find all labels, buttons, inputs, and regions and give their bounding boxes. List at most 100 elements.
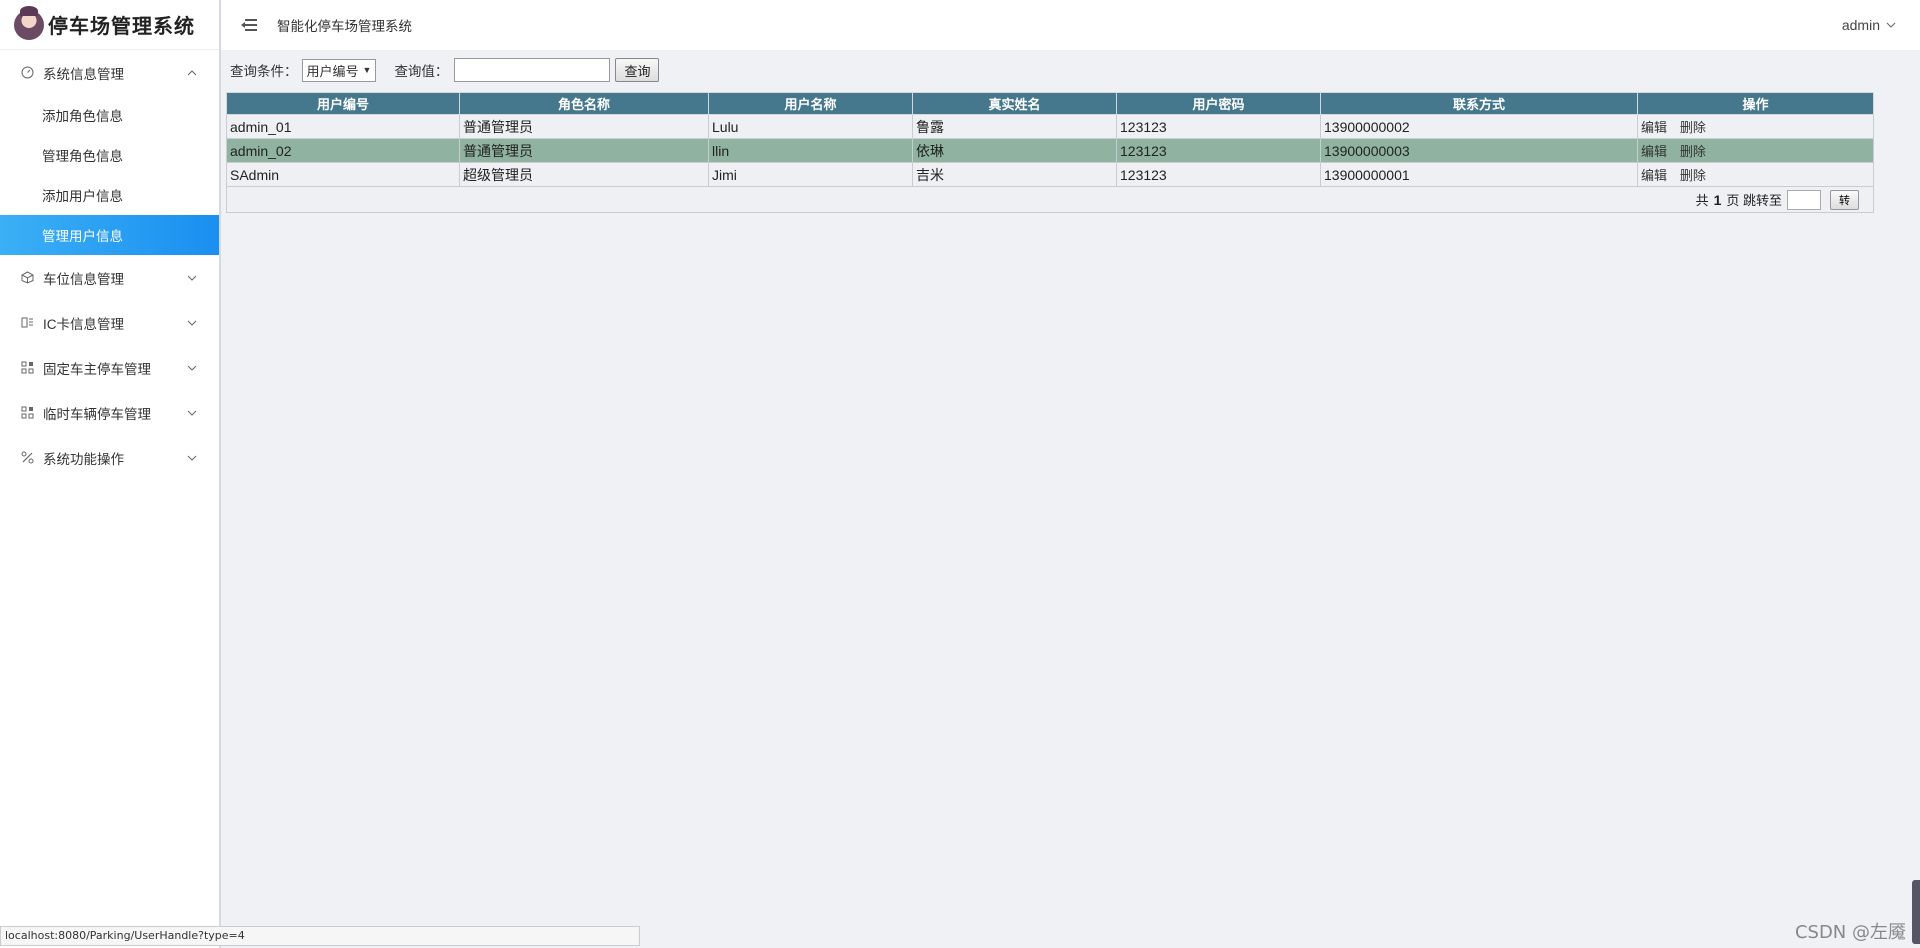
col-header-username: 用户名称 — [708, 92, 913, 115]
page-title: 智能化停车场管理系统 — [277, 19, 412, 34]
chevron-down-icon — [187, 363, 197, 373]
user-menu[interactable]: admin — [1842, 0, 1896, 50]
cell-real-name: 依琳 — [912, 138, 1117, 163]
menu-head-system-function[interactable]: 系统功能操作 — [0, 435, 219, 480]
menu-head-system-info[interactable]: 系统信息管理 — [0, 50, 219, 95]
condition-label: 查询条件： — [230, 64, 298, 79]
cell-user-id: admin_02 — [226, 138, 460, 163]
query-bar: 查询条件： 用户编号 ▼ 查询值： 查询 — [230, 58, 1876, 82]
cell-actions: 编辑 删除 — [1637, 162, 1874, 187]
menu-head-temp-vehicle[interactable]: 临时车辆停车管理 — [0, 390, 219, 435]
menu-group-system-function: 系统功能操作 — [0, 435, 219, 480]
pager-prefix: 共 — [1695, 193, 1709, 208]
cell-password: 123123 — [1116, 114, 1321, 139]
col-header-real-name: 真实姓名 — [912, 92, 1117, 115]
watermark: CSDN @左魇 — [1794, 922, 1906, 943]
menu-label: 临时车辆停车管理 — [43, 406, 151, 422]
pager-suffix: 页 跳转至 — [1726, 193, 1782, 208]
cell-actions: 编辑 删除 — [1637, 114, 1874, 139]
grid-icon — [20, 361, 34, 375]
query-button[interactable]: 查询 — [615, 58, 660, 82]
pager-total-pages: 1 — [1713, 191, 1722, 208]
sidebar-item-add-user[interactable]: 添加用户信息 — [0, 175, 219, 215]
card-icon — [20, 316, 34, 330]
side-scroll-handle[interactable] — [1912, 880, 1920, 944]
user-table: 用户编号 角色名称 用户名称 真实姓名 用户密码 联系方式 操作 admin_0… — [226, 92, 1874, 213]
col-header-contact: 联系方式 — [1320, 92, 1638, 115]
cell-username: Lulu — [708, 114, 913, 139]
pager-cell: 共 1 页 跳转至 转 — [226, 186, 1874, 213]
jump-button[interactable]: 转 — [1830, 189, 1859, 210]
dropdown-arrow-icon: ▼ — [362, 65, 372, 75]
box-icon — [20, 271, 34, 285]
menu-collapse-icon[interactable] — [241, 18, 257, 32]
cell-role-name: 超级管理员 — [459, 162, 709, 187]
cell-real-name: 吉米 — [912, 162, 1117, 187]
query-value-input[interactable] — [454, 58, 611, 82]
status-bar-url: localhost:8080/Parking/UserHandle?type=4 — [0, 926, 640, 946]
sidebar-item-manage-role[interactable]: 管理角色信息 — [0, 135, 219, 175]
chevron-down-icon — [187, 318, 197, 328]
menu-group-temp-vehicle: 临时车辆停车管理 — [0, 390, 219, 435]
cell-password: 123123 — [1116, 138, 1321, 163]
tools-icon — [20, 451, 34, 465]
menu-label: IC卡信息管理 — [43, 316, 124, 332]
menu-label: 系统功能操作 — [43, 451, 124, 467]
cell-username: Jimi — [708, 162, 913, 187]
cell-username: llin — [708, 138, 913, 163]
cell-role-name: 普通管理员 — [459, 114, 709, 139]
cell-contact: 13900000001 — [1320, 162, 1638, 187]
menu-label: 车位信息管理 — [43, 271, 124, 287]
chevron-down-icon — [187, 453, 197, 463]
condition-select-value: 用户编号 — [306, 63, 359, 79]
chevron-down-icon — [1886, 20, 1896, 31]
edit-link[interactable]: 编辑 — [1641, 168, 1667, 183]
cell-password: 123123 — [1116, 162, 1321, 187]
grid-icon — [20, 406, 34, 420]
chevron-up-icon — [187, 68, 197, 78]
sidebar-menu: 系统信息管理 添加角色信息 管理角色信息 添加用户信息 管理用户信息 车位信息管… — [0, 50, 219, 480]
pager: 共 1 页 跳转至 转 — [1695, 189, 1859, 210]
col-header-actions: 操作 — [1637, 92, 1874, 115]
sidebar-item-manage-user[interactable]: 管理用户信息 — [0, 215, 219, 255]
brand-title: 停车场管理系统 — [48, 16, 195, 38]
col-header-role-name: 角色名称 — [459, 92, 709, 115]
menu-head-ic-card[interactable]: IC卡信息管理 — [0, 300, 219, 345]
sidebar-item-add-role[interactable]: 添加角色信息 — [0, 95, 219, 135]
brand: 停车场管理系统 — [0, 0, 219, 50]
menu-group-ic-card: IC卡信息管理 — [0, 300, 219, 345]
col-header-user-id: 用户编号 — [226, 92, 460, 115]
condition-select[interactable]: 用户编号 ▼ — [301, 58, 377, 82]
table-row: SAdmin 超级管理员 Jimi 吉米 123123 13900000001 … — [226, 162, 1874, 187]
menu-group-parking-space: 车位信息管理 — [0, 255, 219, 300]
menu-head-fixed-owner[interactable]: 固定车主停车管理 — [0, 345, 219, 390]
sidebar: 停车场管理系统 系统信息管理 添加角色信息 管理角色信息 添加用户信息 管理用户… — [0, 0, 221, 948]
chevron-down-icon — [187, 408, 197, 418]
menu-label: 固定车主停车管理 — [43, 361, 151, 377]
edit-link[interactable]: 编辑 — [1641, 144, 1667, 159]
delete-link[interactable]: 删除 — [1680, 168, 1706, 183]
jump-page-input[interactable] — [1787, 189, 1821, 210]
cell-contact: 13900000003 — [1320, 138, 1638, 163]
cell-actions: 编辑 删除 — [1637, 138, 1874, 163]
submenu-system-info: 添加角色信息 管理角色信息 添加用户信息 管理用户信息 — [0, 95, 219, 255]
menu-group-system: 系统信息管理 添加角色信息 管理角色信息 添加用户信息 管理用户信息 — [0, 50, 219, 255]
cell-contact: 13900000002 — [1320, 114, 1638, 139]
pager-row: 共 1 页 跳转至 转 — [226, 186, 1874, 213]
menu-head-parking-space[interactable]: 车位信息管理 — [0, 255, 219, 300]
delete-link[interactable]: 删除 — [1680, 120, 1706, 135]
brand-logo — [14, 5, 44, 40]
user-name: admin — [1841, 17, 1880, 33]
table-header-row: 用户编号 角色名称 用户名称 真实姓名 用户密码 联系方式 操作 — [226, 92, 1874, 115]
cell-real-name: 鲁露 — [912, 114, 1117, 139]
main-content: 查询条件： 用户编号 ▼ 查询值： 查询 用户编号 角色名称 用户名称 真实姓名… — [226, 58, 1876, 213]
delete-link[interactable]: 删除 — [1680, 144, 1706, 159]
col-header-password: 用户密码 — [1116, 92, 1321, 115]
value-label: 查询值： — [394, 64, 449, 79]
table-row: admin_02 普通管理员 llin 依琳 123123 1390000000… — [226, 138, 1874, 163]
cell-user-id: admin_01 — [226, 114, 460, 139]
cell-user-id: SAdmin — [226, 162, 460, 187]
edit-link[interactable]: 编辑 — [1641, 120, 1667, 135]
dashboard-icon — [20, 66, 34, 80]
topbar: 智能化停车场管理系统 admin — [221, 0, 1920, 50]
